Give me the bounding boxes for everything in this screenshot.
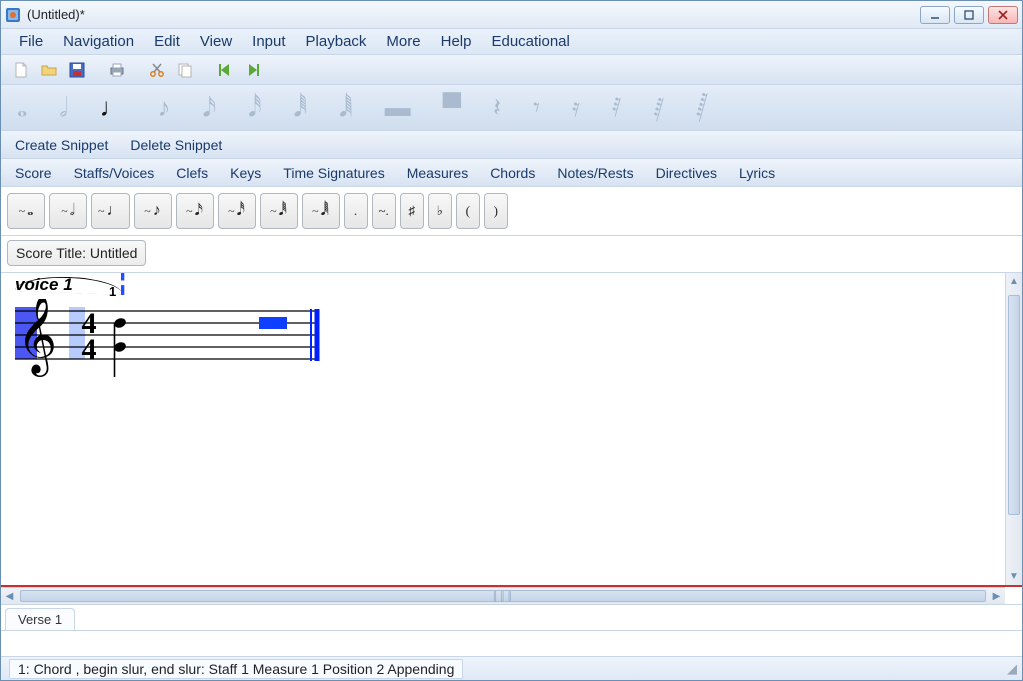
save-button[interactable]	[65, 58, 89, 82]
quarter-rest-icon[interactable]: 𝄽	[493, 92, 501, 124]
entry-sharp[interactable]: ♯	[400, 193, 424, 229]
entry-128th-note[interactable]: ~𝅘𝅥𝅲	[302, 193, 340, 229]
object-clefs[interactable]: Clefs	[172, 162, 212, 184]
object-directives[interactable]: Directives	[652, 162, 721, 184]
sixtyfourth-rest-icon[interactable]: 𝅁	[654, 92, 665, 124]
menu-educational[interactable]: Educational	[483, 30, 577, 53]
resize-grip-icon[interactable]: ◢	[1007, 661, 1014, 677]
status-bar: 1: Chord , begin slur, end slur: Staff 1…	[1, 656, 1022, 680]
sixteenth-note-icon[interactable]: 𝅘𝅥𝅯	[203, 92, 217, 124]
title-bar: (Untitled)*	[1, 1, 1022, 29]
scroll-down-icon[interactable]: ▼	[1006, 568, 1022, 585]
whole-note-icon[interactable]: 𝅝	[17, 92, 27, 124]
whole-rest-icon[interactable]: ▬	[385, 92, 411, 123]
voice-label: voice 1	[15, 275, 73, 295]
close-button[interactable]	[988, 6, 1018, 24]
menu-playback[interactable]: Playback	[298, 30, 375, 53]
menu-input[interactable]: Input	[244, 30, 293, 53]
maximize-button[interactable]	[954, 6, 984, 24]
snippet-bar: Create Snippet Delete Snippet	[1, 131, 1022, 159]
horizontal-scroll-thumb[interactable]: ║║║	[20, 590, 986, 602]
verse-content[interactable]	[1, 630, 1022, 656]
app-icon	[5, 7, 21, 23]
entry-paren-open[interactable]: (	[456, 193, 480, 229]
object-staffs-voices[interactable]: Staffs/Voices	[70, 162, 159, 184]
score-canvas[interactable]: voice 1 ¦ 1 𝄞 4 4	[1, 273, 1022, 585]
staff-svg: 𝄞 4 4	[15, 299, 335, 389]
entry-whole-note[interactable]: ~𝅝	[7, 193, 45, 229]
eighth-note-icon[interactable]: ♪	[158, 92, 171, 123]
half-note-icon[interactable]: 𝅗𝅥	[59, 92, 67, 124]
entry-64th-note[interactable]: ~𝅘𝅥𝅱	[260, 193, 298, 229]
go-start-button[interactable]	[213, 58, 237, 82]
object-bar: Score Staffs/Voices Clefs Keys Time Sign…	[1, 159, 1022, 187]
half-rest-icon[interactable]: ▀	[443, 92, 461, 123]
score-title-button[interactable]: Score Title: Untitled	[7, 240, 146, 266]
object-chords[interactable]: Chords	[486, 162, 539, 184]
entry-sixteenth-note[interactable]: ~𝅘𝅥𝅯	[176, 193, 214, 229]
status-text: 1: Chord , begin slur, end slur: Staff 1…	[9, 659, 463, 679]
menu-navigation[interactable]: Navigation	[55, 30, 142, 53]
entry-tilde-dot[interactable]: ~.	[372, 193, 396, 229]
vertical-scrollbar[interactable]: ▲ ▼	[1005, 273, 1022, 585]
object-score[interactable]: Score	[11, 162, 56, 184]
entry-quarter-note[interactable]: ~♩	[91, 193, 130, 229]
new-file-button[interactable]	[9, 58, 33, 82]
entry-buttons-row: ~𝅝 ~𝅗𝅥 ~♩ ~♪ ~𝅘𝅥𝅯 ~𝅘𝅥𝅰 ~𝅘𝅥𝅱 ~𝅘𝅥𝅲 . ~. ♯ …	[1, 187, 1022, 236]
menu-bar: File Navigation Edit View Input Playback…	[1, 29, 1022, 55]
object-time-signatures[interactable]: Time Signatures	[279, 162, 388, 184]
note-duration-palette: 𝅝 𝅗𝅥 ♩ ♪ 𝅘𝅥𝅯 𝅘𝅥𝅰 𝅘𝅥𝅱 𝅘𝅥𝅲 ▬ ▀ 𝄽 𝄾 𝄿 𝅀 𝅁 𝅂	[1, 85, 1022, 131]
thirtysecond-rest-icon[interactable]: 𝅀	[612, 92, 622, 124]
object-measures[interactable]: Measures	[403, 162, 472, 184]
cursor-caret-icon: ¦	[119, 273, 126, 287]
scroll-left-icon[interactable]: ◀	[1, 588, 18, 604]
cut-button[interactable]	[145, 58, 169, 82]
object-lyrics[interactable]: Lyrics	[735, 162, 779, 184]
verse-tabs: Verse 1	[1, 604, 1022, 630]
menu-file[interactable]: File	[11, 30, 51, 53]
scroll-right-icon[interactable]: ▶	[988, 588, 1005, 604]
entry-32nd-note[interactable]: ~𝅘𝅥𝅰	[218, 193, 256, 229]
verse-tab-1[interactable]: Verse 1	[5, 608, 75, 630]
sixtyfourth-note-icon[interactable]: 𝅘𝅥𝅱	[294, 92, 308, 124]
vertical-scroll-thumb[interactable]	[1008, 295, 1020, 515]
entry-flat[interactable]: ♭	[428, 193, 452, 229]
entry-half-note[interactable]: ~𝅗𝅥	[49, 193, 87, 229]
time-sig-den: 4	[82, 333, 97, 366]
go-end-button[interactable]	[241, 58, 265, 82]
create-snippet-button[interactable]: Create Snippet	[11, 134, 112, 156]
menu-view[interactable]: View	[192, 30, 240, 53]
128th-note-icon[interactable]: 𝅘𝅥𝅲	[339, 92, 353, 124]
entry-paren-close[interactable]: )	[484, 193, 508, 229]
open-file-button[interactable]	[37, 58, 61, 82]
copy-button[interactable]	[173, 58, 197, 82]
minimize-button[interactable]	[920, 6, 950, 24]
measure-number: 1	[109, 284, 116, 299]
eighth-rest-icon[interactable]: 𝄾	[533, 92, 540, 124]
print-button[interactable]	[105, 58, 129, 82]
toolbar	[1, 55, 1022, 85]
menu-help[interactable]: Help	[433, 30, 480, 53]
menu-edit[interactable]: Edit	[146, 30, 188, 53]
scroll-up-icon[interactable]: ▲	[1006, 273, 1022, 290]
delete-snippet-button[interactable]: Delete Snippet	[126, 134, 226, 156]
object-keys[interactable]: Keys	[226, 162, 265, 184]
window-title: (Untitled)*	[27, 7, 920, 22]
score-title-row: Score Title: Untitled	[1, 236, 1022, 273]
menu-more[interactable]: More	[378, 30, 428, 53]
object-notes-rests[interactable]: Notes/Rests	[553, 162, 637, 184]
score-area: voice 1 ¦ 1 𝄞 4 4	[1, 273, 1022, 604]
128th-rest-icon[interactable]: 𝅂	[696, 92, 708, 124]
entry-dot[interactable]: .	[344, 193, 368, 229]
horizontal-scrollbar[interactable]: ◀ ║║║ ▶	[1, 587, 1005, 604]
entry-eighth-note[interactable]: ~♪	[134, 193, 172, 229]
thirtysecond-note-icon[interactable]: 𝅘𝅥𝅰	[248, 92, 261, 124]
svg-text:𝄞: 𝄞	[17, 299, 57, 377]
quarter-note-icon[interactable]: ♩	[100, 92, 126, 123]
sixteenth-rest-icon[interactable]: 𝄿	[572, 92, 580, 124]
